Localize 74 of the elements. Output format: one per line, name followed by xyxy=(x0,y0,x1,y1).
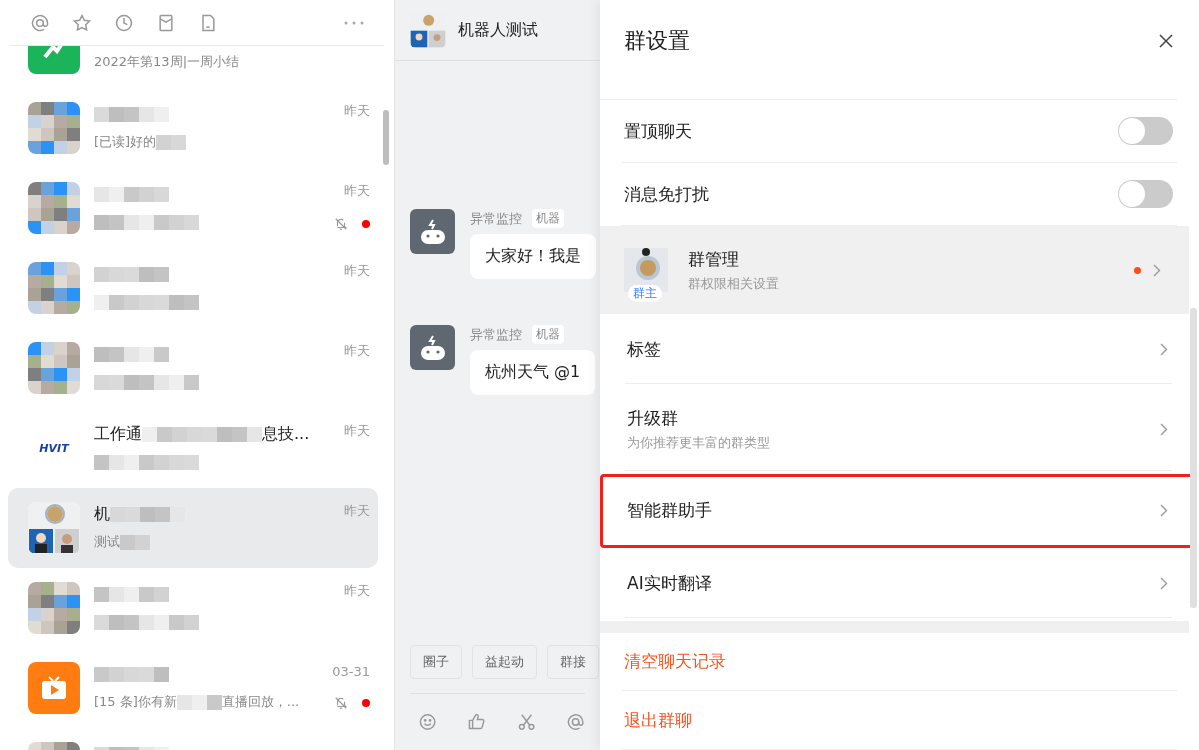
chevron-right-icon xyxy=(1153,263,1161,277)
toggle-switch[interactable] xyxy=(1118,180,1173,209)
setting-row[interactable]: 标签 xyxy=(625,316,1172,384)
chat-list-item[interactable]: 昨天 xyxy=(8,568,378,648)
star-icon[interactable] xyxy=(72,12,92,33)
quick-reply-button[interactable]: 圈子 xyxy=(410,645,462,679)
setting-subtitle: 为你推荐更丰富的群类型 xyxy=(627,434,770,453)
panel-title: 群设置 xyxy=(624,27,690,55)
setting-row[interactable]: AI实时翻译 xyxy=(625,550,1172,618)
quick-reply-button[interactable]: 益起动 xyxy=(472,645,537,679)
chat-list-item[interactable]: 昨天 xyxy=(8,168,378,248)
chat-list-item[interactable]: [15 条]你有新 直播回放，... 03-31 xyxy=(8,648,378,728)
company-logo: HVIT xyxy=(39,441,69,455)
setting-label: 消息免打扰 xyxy=(624,182,709,206)
sender-name: 异常监控 xyxy=(470,325,522,344)
chat-title: 息技... xyxy=(262,423,310,445)
chevron-right-icon xyxy=(1160,343,1168,357)
chat-time: 03-31 xyxy=(332,663,370,679)
message-bubble: 大家好！我是 xyxy=(470,234,596,279)
chat-time: 昨天 xyxy=(344,182,370,200)
bot-tag: 机器 xyxy=(532,209,564,228)
more-icon[interactable] xyxy=(344,20,364,25)
setting-label: 置顶聊天 xyxy=(624,119,692,143)
chat-list-item[interactable]: 2022年第13周|一周小结 xyxy=(8,46,378,88)
scrollbar[interactable] xyxy=(1190,308,1197,608)
robot-avatar-icon xyxy=(410,209,455,254)
message-preview: [15 条]你有新 xyxy=(94,693,177,711)
chat-title: 工作通 xyxy=(94,423,142,445)
chevron-right-icon xyxy=(1160,423,1168,437)
owner-badge: 群主 xyxy=(628,285,662,303)
chat-time: 昨天 xyxy=(344,422,370,440)
message-preview: 2022年第13周|一周小结 xyxy=(94,53,239,71)
chat-time: 昨天 xyxy=(344,262,370,280)
mention-icon[interactable] xyxy=(565,712,585,732)
quick-reply-button[interactable]: 群接 xyxy=(547,645,599,679)
scissors-icon[interactable] xyxy=(516,712,536,732)
thumbs-up-icon[interactable] xyxy=(467,712,487,732)
chat-time: 昨天 xyxy=(344,582,370,600)
group-avatar-icon xyxy=(28,502,80,554)
mention-icon[interactable] xyxy=(30,12,50,33)
group-management-row[interactable]: 群主 群管理 群权限相关设置 xyxy=(600,226,1189,314)
chevron-right-icon xyxy=(1160,577,1168,591)
bookmark-icon[interactable] xyxy=(156,12,176,33)
chat-list-item[interactable]: 机 测试 昨天 xyxy=(8,488,378,568)
chat-title: 机 xyxy=(94,503,110,525)
chat-title: 机器人测试 xyxy=(458,19,538,41)
toggle-switch[interactable] xyxy=(1118,117,1173,146)
message-preview: 直播回放，... xyxy=(221,693,300,711)
setting-row[interactable]: 智能群助手 xyxy=(625,476,1172,545)
chat-time: 昨天 xyxy=(344,502,370,520)
message-preview: 测试 xyxy=(94,533,120,551)
chat-list-item[interactable]: 昨天 xyxy=(8,328,378,408)
chat-list-item[interactable]: HVIT 工作通 息技... 昨天 xyxy=(8,408,378,488)
clock-icon[interactable] xyxy=(114,12,134,33)
video-app-icon xyxy=(28,662,80,714)
message-bubble: 杭州天气 @1 xyxy=(470,350,596,395)
chat-list-item[interactable]: [已读]好的 昨天 xyxy=(8,88,378,168)
chevron-right-icon xyxy=(1160,504,1168,518)
robot-avatar-icon xyxy=(410,325,455,370)
danger-action-link[interactable]: 退出群聊 xyxy=(624,708,692,732)
chat-time: 昨天 xyxy=(344,102,370,120)
message-preview: [已读]好的 xyxy=(94,133,157,151)
bot-tag: 机器 xyxy=(532,325,564,344)
sender-name: 异常监控 xyxy=(470,209,522,228)
emoji-icon[interactable] xyxy=(418,712,438,732)
setting-row[interactable]: 升级群 为你推荐更丰富的群类型 xyxy=(625,389,1172,471)
danger-action-link[interactable]: 清空聊天记录 xyxy=(624,650,726,674)
setting-label: 群管理 xyxy=(688,247,740,271)
close-icon[interactable] xyxy=(1159,34,1173,48)
scrollbar[interactable] xyxy=(383,110,389,165)
chat-list-item[interactable]: 昨天 xyxy=(8,248,378,328)
chat-time: 昨天 xyxy=(344,342,370,360)
setting-subtitle: 群权限相关设置 xyxy=(688,274,780,293)
group-avatar-icon xyxy=(410,12,446,48)
